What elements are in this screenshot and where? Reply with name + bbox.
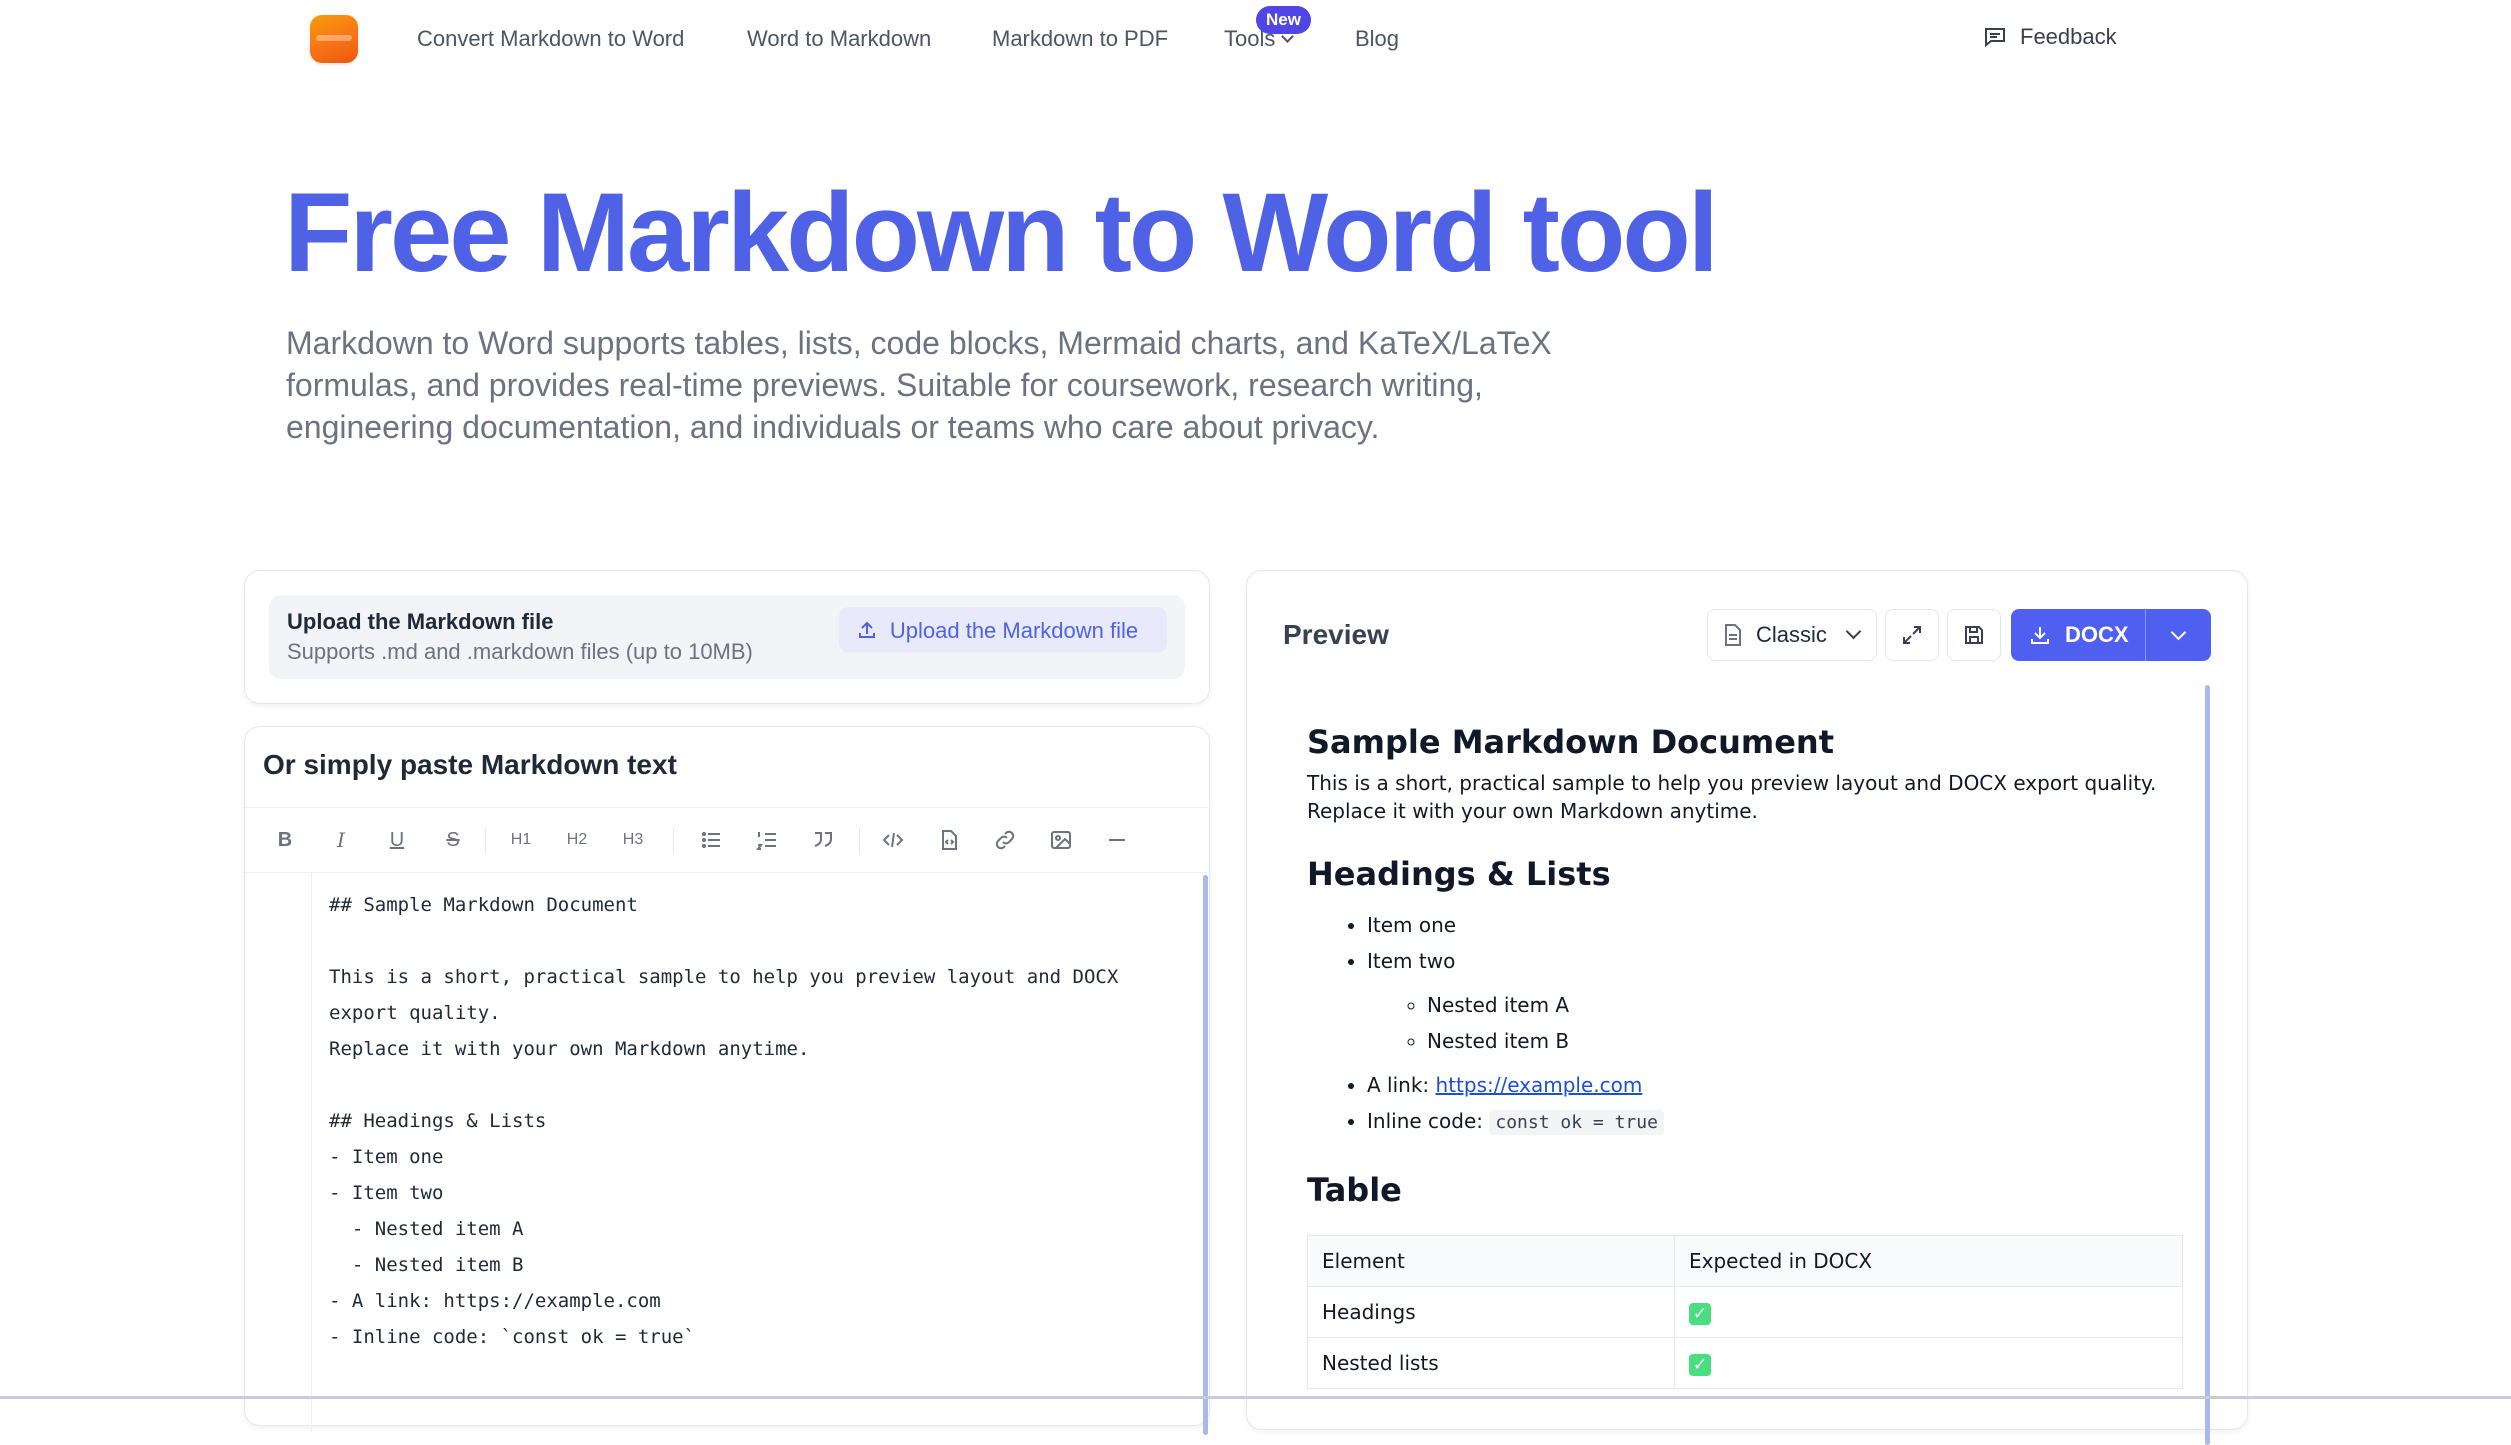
editor-toolbar: B I U S H1 H2 H3 <box>245 807 1211 873</box>
doc-heading: Table <box>1307 1171 1402 1209</box>
fullscreen-button[interactable] <box>1885 609 1939 661</box>
toolbar-divider <box>485 828 486 854</box>
heading3-button[interactable]: H3 <box>619 826 647 854</box>
upload-button-label: Upload the Markdown file <box>889 618 1139 643</box>
feedback-label: Feedback <box>2020 24 2117 49</box>
editor-scrollbar[interactable] <box>1203 875 1208 1435</box>
expand-icon <box>1903 626 1921 644</box>
code-block-icon[interactable] <box>935 826 963 854</box>
save-icon <box>1965 626 1983 644</box>
list-item: Nested item A <box>1427 987 2183 1023</box>
inline-code: const ok = true <box>1489 1110 1664 1135</box>
check-icon: ✓ <box>1689 1353 1711 1376</box>
doc-table: Element Expected in DOCX Headings ✓ Nest… <box>1307 1235 2183 1389</box>
list-item-label: Item two <box>1367 949 1456 973</box>
quote-icon[interactable] <box>809 826 837 854</box>
feedback-button[interactable]: Feedback <box>1985 22 2117 52</box>
toolbar-divider <box>859 828 860 854</box>
upload-note: Supports .md and .markdown files (up to … <box>287 639 753 664</box>
bullet-list-icon[interactable] <box>697 826 725 854</box>
message-icon <box>1985 28 2005 47</box>
document-icon <box>1725 624 1741 646</box>
nav-markdown-to-pdf[interactable]: Markdown to PDF <box>992 24 1168 54</box>
list-item: Inline code: const ok = true <box>1367 1103 2183 1141</box>
nav-word-to-markdown[interactable]: Word to Markdown <box>747 24 931 54</box>
nav-blog[interactable]: Blog <box>1355 24 1399 54</box>
list-item: Item one <box>1367 907 2183 943</box>
heading1-button[interactable]: H1 <box>507 826 535 854</box>
doc-heading: Sample Markdown Document <box>1307 723 1834 761</box>
table-header: Element <box>1307 1235 1675 1287</box>
list-item: Nested item B <box>1427 1023 2183 1059</box>
save-button[interactable] <box>1947 609 2001 661</box>
doc-heading: Headings & Lists <box>1307 855 1611 893</box>
italic-button[interactable]: I <box>327 826 355 854</box>
doc-link[interactable]: https://example.com <box>1436 1073 1643 1097</box>
bold-button[interactable]: B <box>271 826 299 854</box>
strikethrough-button[interactable]: S <box>439 826 467 854</box>
horizontal-rule-icon[interactable] <box>1103 826 1131 854</box>
doc-paragraph: This is a short, practical sample to hel… <box>1307 771 2157 823</box>
chevron-down-icon[interactable] <box>2170 624 2187 641</box>
inline-code-icon[interactable] <box>879 826 907 854</box>
preview-title: Preview <box>1283 619 1389 650</box>
table-cell: ✓ <box>1674 1337 2183 1389</box>
button-divider <box>2145 609 2146 661</box>
table-cell: Headings <box>1307 1286 1675 1338</box>
underline-button[interactable]: U <box>383 826 411 854</box>
theme-select-value: Classic <box>1756 622 1827 647</box>
table-cell: Nested lists <box>1307 1337 1675 1389</box>
nav-convert-markdown-to-word[interactable]: Convert Markdown to Word <box>417 24 684 54</box>
inline-code-label: Inline code: <box>1367 1109 1483 1133</box>
upload-card: Upload the Markdown file Supports .md an… <box>244 570 1210 704</box>
new-badge: New <box>1256 6 1311 34</box>
table-header-row: Element Expected in DOCX <box>1307 1235 2183 1287</box>
docx-export-button[interactable]: DOCX <box>2011 609 2211 661</box>
editor-title: Or simply paste Markdown text <box>263 749 677 780</box>
check-icon: ✓ <box>1689 1302 1711 1325</box>
table-cell: ✓ <box>1674 1286 2183 1338</box>
toolbar-divider <box>673 828 674 854</box>
preview-scrollbar[interactable] <box>2205 685 2210 1445</box>
top-nav: Convert Markdown to Word Word to Markdow… <box>0 0 2511 80</box>
preview-document: Sample Markdown Document This is a short… <box>1307 721 2183 1389</box>
list-item: A link: https://example.com <box>1367 1067 2183 1103</box>
chevron-down-icon <box>1845 623 1862 640</box>
site-logo[interactable] <box>310 15 358 63</box>
list-item: Item two Nested item A Nested item B <box>1367 943 2183 1059</box>
editor-gutter <box>245 873 312 1433</box>
upload-icon <box>859 621 875 638</box>
markdown-editor[interactable]: ## Sample Markdown Document This is a sh… <box>329 887 1118 1355</box>
doc-nested-list: Nested item A Nested item B <box>1367 987 2183 1059</box>
preview-card: Preview Classic DOCX Sample Markdown Doc… <box>1246 570 2248 1445</box>
download-icon <box>2031 627 2049 644</box>
page-subtitle: Markdown to Word supports tables, lists,… <box>286 325 1552 445</box>
table-header: Expected in DOCX <box>1674 1235 2183 1287</box>
heading2-button[interactable]: H2 <box>563 826 591 854</box>
link-icon[interactable] <box>991 826 1019 854</box>
theme-select[interactable]: Classic <box>1707 609 1877 661</box>
table-row: Nested lists ✓ <box>1307 1337 2183 1389</box>
image-icon[interactable] <box>1047 826 1075 854</box>
editor-card: Or simply paste Markdown text B I U S H1… <box>244 726 1211 1435</box>
upload-button[interactable]: Upload the Markdown file <box>839 607 1167 653</box>
doc-list: Item one Item two Nested item A Nested i… <box>1307 907 2183 1141</box>
ordered-list-icon[interactable] <box>753 826 781 854</box>
page-title: Free Markdown to Word tool <box>284 170 1719 295</box>
link-label: A link: <box>1367 1073 1430 1097</box>
docx-export-label: DOCX <box>2065 622 2129 647</box>
upload-dropzone[interactable]: Upload the Markdown file Supports .md an… <box>269 595 1185 679</box>
table-row: Headings ✓ <box>1307 1286 2183 1338</box>
upload-title: Upload the Markdown file <box>287 609 554 634</box>
